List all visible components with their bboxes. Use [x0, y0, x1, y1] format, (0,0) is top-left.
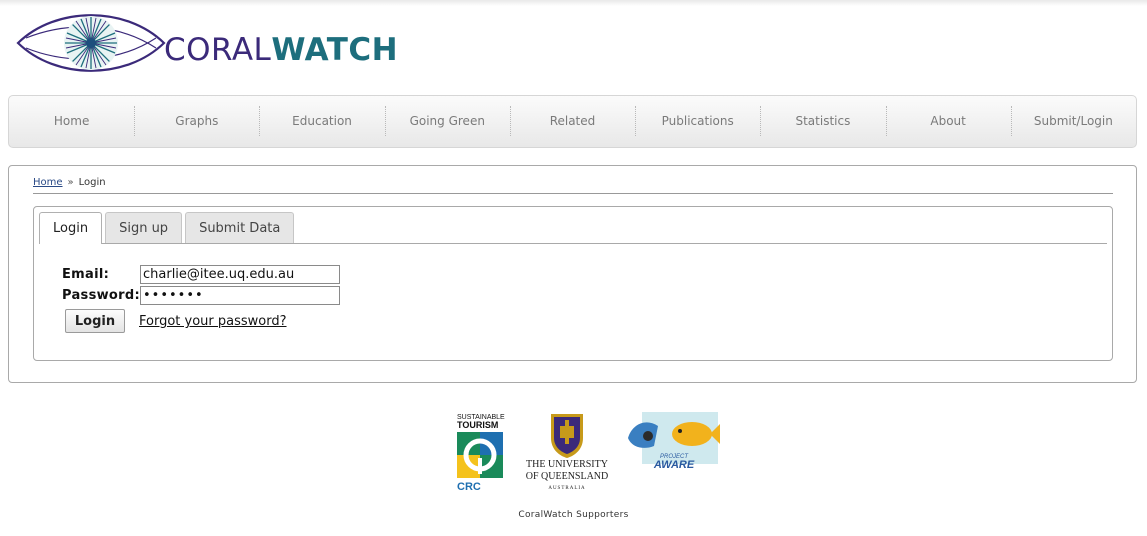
project-aware-icon: PROJECT AWARE — [628, 412, 720, 471]
login-button[interactable]: Login — [65, 309, 125, 333]
main-nav: Home Graphs Education Going Green Relate… — [8, 95, 1137, 148]
email-label: Email: — [62, 267, 110, 282]
tab-divider — [39, 243, 1107, 244]
uq-crest-icon: THE UNIVERSITY OF QUEENSLAND AUSTRALIA — [526, 414, 609, 491]
nav-statistics[interactable]: Statistics — [760, 96, 885, 147]
tab-submit-data[interactable]: Submit Data — [185, 212, 295, 244]
nav-home[interactable]: Home — [9, 96, 134, 147]
aware-text-2: AWARE — [653, 459, 695, 471]
coralwatch-logo[interactable]: CORALWATCH — [16, 8, 398, 78]
uq-text-3: AUSTRALIA — [548, 486, 585, 491]
tab-login[interactable]: Login — [39, 212, 103, 244]
nav-related[interactable]: Related — [509, 96, 635, 147]
password-label: Password: — [62, 288, 140, 303]
breadcrumb-home-link[interactable]: Home — [33, 177, 63, 188]
breadcrumb-divider — [33, 193, 1113, 194]
tab-bar: Login Sign up Submit Data — [39, 212, 297, 244]
password-field[interactable] — [140, 286, 340, 305]
breadcrumb: Home » Login — [33, 177, 106, 188]
nav-going-green[interactable]: Going Green — [384, 96, 510, 147]
eye-icon — [16, 14, 166, 72]
logo-text-watch: WATCH — [271, 32, 399, 68]
uq-text-1: THE UNIVERSITY — [526, 459, 608, 470]
email-field[interactable] — [140, 265, 340, 284]
top-shade — [0, 0, 1147, 6]
project-aware-logo[interactable]: PROJECT AWARE — [626, 410, 722, 472]
tourism-text-3: CRC — [457, 481, 481, 492]
nav-graphs[interactable]: Graphs — [134, 96, 259, 147]
breadcrumb-current: Login — [78, 177, 106, 188]
login-box: Login Sign up Submit Data Email: Passwor… — [33, 206, 1113, 361]
university-of-queensland-logo[interactable]: THE UNIVERSITY OF QUEENSLAND AUSTRALIA — [522, 412, 612, 492]
content-panel: Home » Login Login Sign up Submit Data Ema… — [8, 165, 1137, 383]
nav-education[interactable]: Education — [259, 96, 384, 147]
forgot-password-link[interactable]: Forgot your password? — [139, 314, 287, 329]
tab-sign-up[interactable]: Sign up — [105, 212, 183, 244]
supporters-caption: CoralWatch Supporters — [518, 510, 629, 520]
sustainable-tourism-crc-icon: SUSTAINABLE TOURISM CRC — [457, 414, 505, 493]
sustainable-tourism-crc-logo[interactable]: SUSTAINABLE TOURISM CRC — [456, 412, 506, 493]
logo-text-coral: CORAL — [164, 32, 272, 68]
nav-about[interactable]: About — [885, 96, 1011, 147]
logo-wordmark: CORALWATCH — [164, 32, 398, 68]
tourism-text-2: TOURISM — [457, 420, 498, 430]
uq-text-2: OF QUEENSLAND — [526, 471, 609, 482]
nav-submit-login[interactable]: Submit/Login — [1010, 96, 1136, 147]
breadcrumb-separator: » — [67, 177, 74, 188]
nav-publications[interactable]: Publications — [635, 96, 760, 147]
